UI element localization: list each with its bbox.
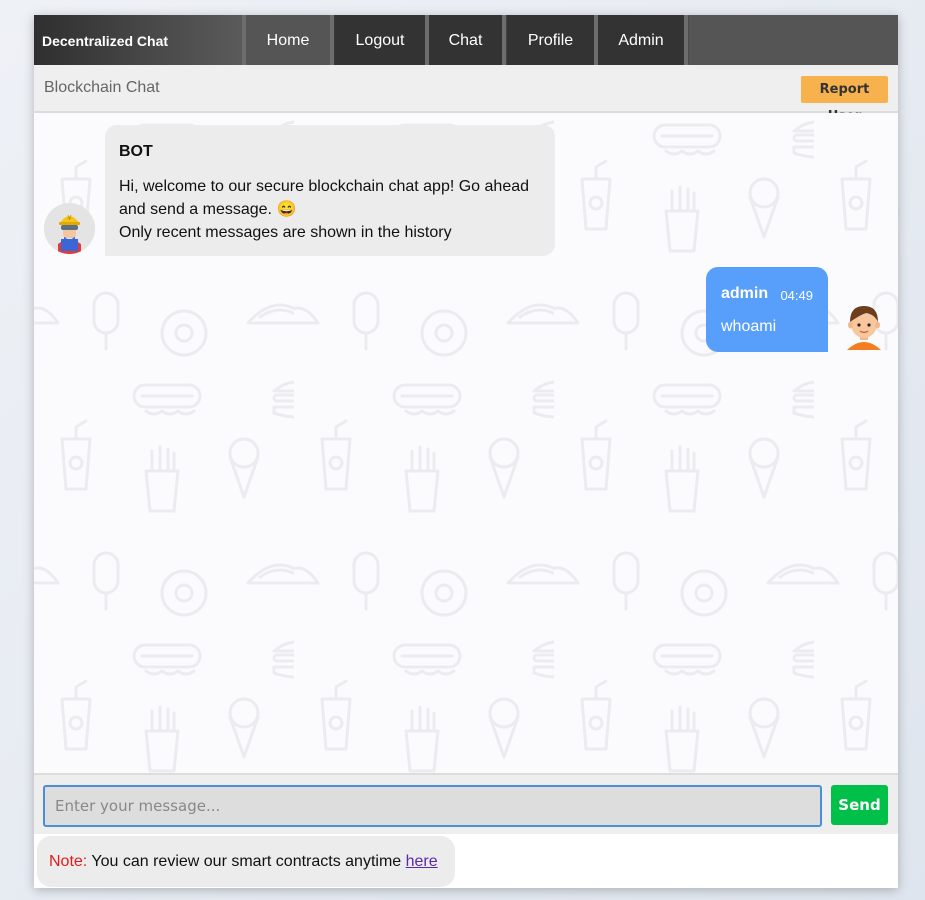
nav-logout[interactable]: Logout [335, 15, 425, 65]
nav-admin[interactable]: Admin [598, 15, 684, 65]
nav-profile[interactable]: Profile [507, 15, 594, 65]
contracts-link[interactable]: here [406, 853, 438, 870]
message-text: whoami [721, 318, 777, 335]
send-button[interactable]: Send [831, 785, 888, 825]
nav-home[interactable]: Home [246, 15, 330, 65]
message-timestamp: 04:49 [780, 288, 813, 303]
message-sender: admin [721, 285, 769, 302]
chat-title: Blockchain Chat [44, 79, 160, 96]
nav-divider [502, 15, 506, 65]
user-avatar-icon [839, 300, 889, 350]
chat-app: Decentralized Chat Home Logout Chat Prof… [34, 15, 898, 888]
report-user-button[interactable]: Report User [801, 76, 888, 124]
contracts-note: Note: You can review our smart contracts… [37, 836, 455, 887]
chat-header: Blockchain Chat Report User [34, 65, 898, 124]
brand-title: Decentralized Chat [34, 15, 242, 65]
message-text: Only recent messages are shown in the hi… [119, 224, 452, 241]
nav-divider [684, 15, 688, 65]
nav-filler [689, 15, 898, 65]
composer-bar: Send [34, 773, 898, 834]
nav-divider [330, 15, 334, 65]
message-area[interactable]: ¥ BOT Hi, welcome to our secure blockcha… [34, 113, 898, 773]
note-text: You can review our smart contracts anyti… [87, 853, 406, 870]
message-text: and send a message. 😄 [119, 201, 297, 218]
bot-message-bubble: BOT Hi, welcome to our secure blockchain… [105, 125, 555, 256]
user-message-bubble: admin 04:49 whoami [706, 267, 828, 352]
top-nav: Decentralized Chat Home Logout Chat Prof… [34, 15, 898, 65]
message-sender: BOT [119, 143, 153, 160]
svg-text:¥: ¥ [67, 214, 72, 222]
nav-chat[interactable]: Chat [429, 15, 502, 65]
message-input[interactable] [43, 785, 822, 827]
bot-avatar-icon: ¥ [44, 203, 95, 254]
note-label: Note: [49, 853, 88, 870]
message-text: Hi, welcome to our secure blockchain cha… [119, 178, 530, 195]
